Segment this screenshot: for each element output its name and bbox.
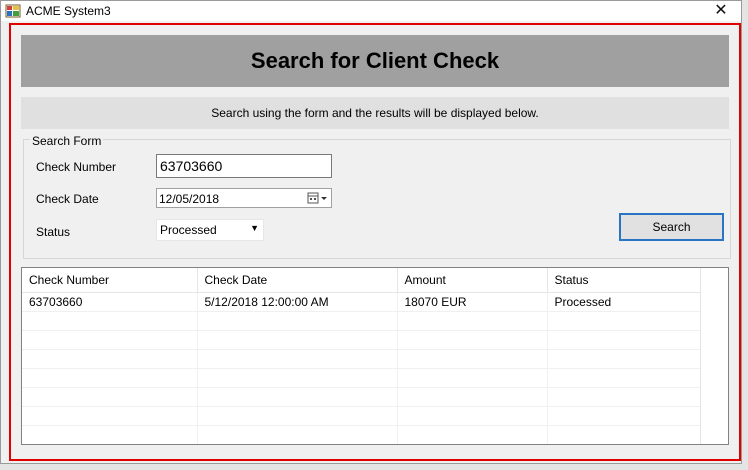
column-header-amount[interactable]: Amount	[397, 268, 548, 293]
empty-row	[22, 311, 701, 331]
cell-check-number[interactable]: 63703660	[22, 292, 198, 312]
search-form-legend: Search Form	[30, 134, 104, 148]
status-label: Status	[36, 225, 71, 239]
form-client-area: Search for Client Check Search using the…	[9, 23, 741, 461]
column-header-check-date[interactable]: Check Date	[197, 268, 398, 293]
status-selected-value: Processed	[160, 223, 217, 237]
empty-row	[22, 349, 701, 369]
app-window: ACME System3 ✕ Search for Client Check S…	[0, 0, 742, 464]
header-banner: Search for Client Check	[21, 35, 729, 87]
empty-row	[22, 330, 701, 350]
check-date-label: Check Date	[36, 192, 99, 206]
results-table: Check Number Check Date Amount Status 63…	[22, 268, 701, 444]
grid-column-divider	[700, 268, 701, 444]
empty-row	[22, 368, 701, 388]
empty-row	[22, 406, 701, 426]
status-dropdown[interactable]: Processed ▼	[156, 219, 264, 241]
check-date-picker[interactable]: 12/05/2018	[156, 188, 332, 208]
calendar-icon[interactable]	[307, 191, 329, 205]
results-header-row: Check Number Check Date Amount Status	[22, 268, 701, 293]
column-header-check-number[interactable]: Check Number	[22, 268, 198, 293]
window-title: ACME System3	[26, 4, 111, 18]
cell-amount[interactable]: 18070 EUR	[397, 292, 548, 312]
title-bar: ACME System3 ✕	[1, 1, 741, 21]
chevron-down-icon: ▼	[250, 223, 259, 233]
close-button[interactable]: ✕	[709, 1, 733, 21]
page-title: Search for Client Check	[250, 48, 500, 73]
cell-status[interactable]: Processed	[547, 292, 701, 312]
search-button[interactable]: Search	[619, 213, 724, 241]
cell-check-date[interactable]: 5/12/2018 12:00:00 AM	[197, 292, 398, 312]
check-date-value: 12/05/2018	[159, 192, 220, 206]
app-icon	[5, 4, 21, 18]
column-header-status[interactable]: Status	[547, 268, 701, 293]
results-grid[interactable]: Check Number Check Date Amount Status 63…	[21, 267, 729, 445]
instructions-text: Search using the form and the results wi…	[21, 97, 729, 129]
close-icon: ✕	[714, 2, 728, 19]
empty-row	[22, 387, 701, 407]
check-number-label: Check Number	[36, 160, 117, 174]
search-form-group: Search Form Check Number Check Date 12/0…	[23, 134, 731, 259]
empty-row	[22, 425, 701, 444]
table-row[interactable]: 63703660 5/12/2018 12:00:00 AM 18070 EUR…	[22, 292, 701, 312]
check-number-input[interactable]	[156, 154, 332, 178]
